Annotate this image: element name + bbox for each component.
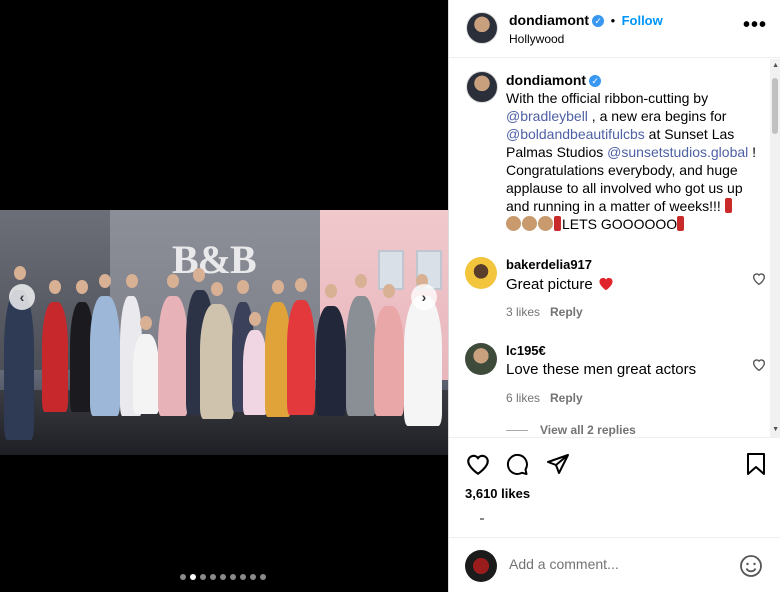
post-actions: 3,610 likes	[449, 437, 780, 537]
double-exclamation-emoji	[724, 198, 732, 213]
clap-emoji	[506, 216, 521, 231]
carousel-prev-button[interactable]: ‹	[9, 284, 35, 310]
reply-button[interactable]: Reply	[550, 305, 583, 319]
separator-dot: •	[610, 13, 616, 28]
comment-text: Great picture	[506, 275, 615, 293]
likes-count[interactable]: 3,610 likes	[465, 486, 530, 501]
post-header: dondiamont ✓ • Follow Hollywood •••	[449, 0, 780, 58]
carousel-dot	[230, 574, 236, 580]
comment-meta: 6 likes Reply	[506, 391, 593, 405]
share-icon[interactable]	[546, 452, 570, 476]
carousel-dot	[200, 574, 206, 580]
scroll-down-arrow-icon[interactable]: ▼	[772, 426, 779, 433]
comment-likes[interactable]: 3 likes	[506, 305, 540, 319]
chevron-left-icon: ‹	[19, 289, 25, 305]
post-caption: dondiamont ✓ With the official ribbon-cut…	[506, 71, 766, 233]
emoji-icon[interactable]	[739, 554, 763, 578]
scroll-up-arrow-icon[interactable]: ▲	[772, 62, 779, 69]
heart-icon[interactable]	[465, 452, 491, 476]
carousel-dot	[250, 574, 256, 580]
current-user-avatar	[465, 550, 497, 582]
verified-icon: ✓	[589, 75, 602, 88]
comment-username[interactable]: lc195€	[506, 343, 546, 358]
bb-logo: B&B	[172, 237, 257, 282]
post-side-panel: dondiamont ✓ • Follow Hollywood ••• dondi…	[448, 0, 780, 592]
timestamp-dot	[480, 518, 484, 520]
post-photo: B&B	[0, 210, 448, 455]
carousel-dot	[220, 574, 226, 580]
carousel-dot	[240, 574, 246, 580]
carousel-dot	[210, 574, 216, 580]
caption-text: LETS GOOOOOO	[562, 216, 678, 232]
caption-username[interactable]: dondiamont	[506, 72, 586, 88]
caption-avatar[interactable]	[466, 71, 498, 103]
comment-likes[interactable]: 6 likes	[506, 391, 540, 405]
scrollbar-thumb[interactable]	[772, 78, 778, 134]
carousel-dot	[180, 574, 186, 580]
view-replies-button[interactable]: View all 2 replies	[506, 423, 636, 437]
comment-username[interactable]: bakerdelia917	[506, 257, 592, 272]
more-options-icon[interactable]: •••	[743, 14, 767, 37]
author-line: dondiamont ✓ • Follow	[509, 12, 663, 30]
post-location[interactable]: Hollywood	[509, 32, 564, 46]
commenter-avatar[interactable]	[465, 343, 497, 375]
author-avatar[interactable]	[466, 12, 498, 44]
mention-link[interactable]: @sunsetstudios.global	[607, 144, 748, 160]
comment-input[interactable]	[509, 556, 719, 572]
follow-button[interactable]: Follow	[622, 13, 663, 28]
author-username[interactable]: dondiamont	[509, 12, 589, 28]
like-comment-icon[interactable]	[751, 271, 767, 287]
carousel-next-button[interactable]: ›	[411, 284, 437, 310]
reply-button[interactable]: Reply	[550, 391, 583, 405]
comments-scroll-area[interactable]: dondiamont ✓ With the official ribbon-cut…	[449, 59, 780, 437]
comment-text: Love these men great actors	[506, 361, 697, 378]
clap-emoji	[538, 216, 553, 231]
replies-divider	[506, 430, 528, 432]
carousel-dots	[180, 574, 266, 580]
mention-link[interactable]: @bradleybell	[506, 108, 588, 124]
verified-icon: ✓	[592, 14, 605, 27]
chevron-right-icon: ›	[421, 289, 427, 305]
carousel-dot	[190, 574, 196, 580]
caption-text: With the official ribbon-cutting by	[506, 90, 709, 106]
commenter-avatar[interactable]	[465, 257, 497, 289]
double-exclamation-emoji	[677, 216, 685, 231]
comment-meta: 3 likes Reply	[506, 305, 593, 319]
clap-emoji	[522, 216, 537, 231]
comment-icon[interactable]	[505, 452, 529, 476]
post-media: B&B ‹ ›	[0, 0, 448, 592]
double-exclamation-emoji	[554, 216, 561, 231]
bookmark-icon[interactable]	[745, 452, 767, 476]
add-comment-bar	[449, 537, 780, 592]
mention-link[interactable]: @boldandbeautifulcbs	[506, 126, 645, 142]
like-comment-icon[interactable]	[751, 357, 767, 373]
carousel-dot	[260, 574, 266, 580]
caption-text: , a new era begins for	[587, 108, 727, 124]
red-heart-emoji	[599, 277, 613, 291]
